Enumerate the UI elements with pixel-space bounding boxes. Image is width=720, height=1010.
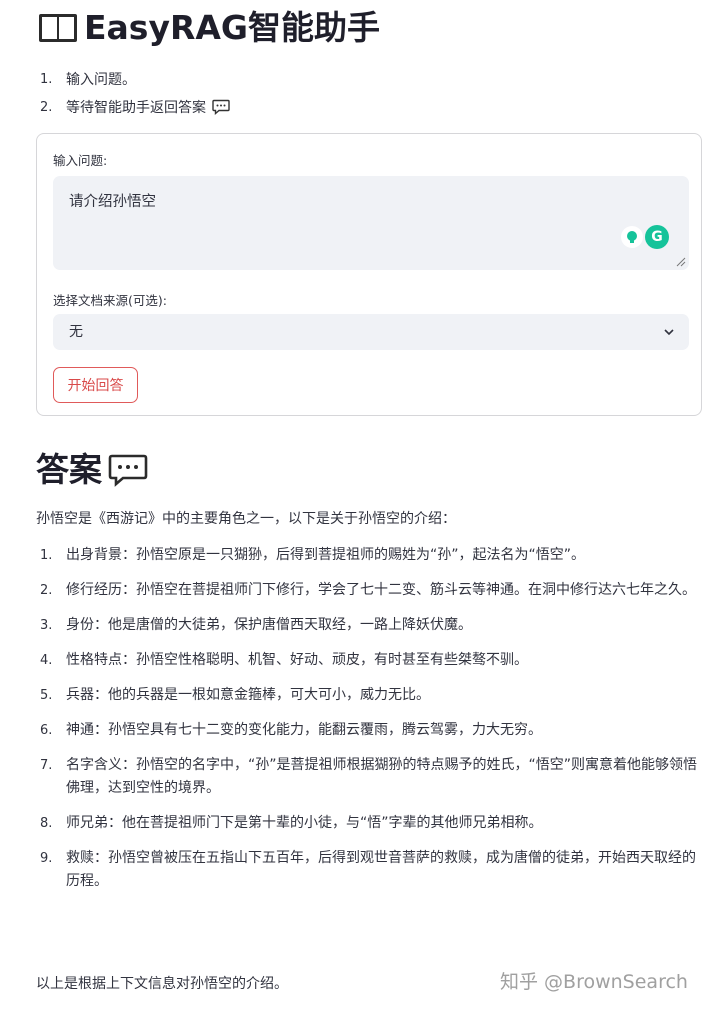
list-number: 1. [40,72,53,87]
list-number: 1. [40,548,53,563]
source-selected-value: 无 [69,324,83,340]
list-text: 师兄弟：他在菩提祖师门下是第十辈的小徒，与“悟”字辈的其他师兄弟相称。 [66,815,543,831]
answer-outro: 以上是根据上下文信息对孙悟空的介绍。 [36,976,288,992]
question-value: 请介绍孙悟空 [69,194,156,210]
start-answer-button[interactable]: 开始回答 [53,367,138,403]
question-textarea[interactable]: 请介绍孙悟空 G [53,176,689,270]
title-text: EasyRAG智能助手 [84,8,381,47]
answer-heading-text: 答案 [36,450,102,489]
list-text: 修行经历：孙悟空在菩提祖师门下修行，学会了七十二变、筋斗云等神通。在洞中修行达六… [66,582,696,598]
list-item: 6. 神通：孙悟空具有七十二变的变化能力，能翻云覆雨，腾云驾雾，力大无穷。 [40,719,706,742]
list-item: 7. 名字含义：孙悟空的名字中，“孙”是菩提祖师根据猢狲的特点赐予的姓氏，“悟空… [40,754,706,800]
source-select[interactable]: 无 [53,314,689,350]
list-number: 5. [40,688,53,703]
answer-list: 1. 出身背景：孙悟空原是一只猢狲，后得到菩提祖师的赐姓为“孙”，起法名为“悟空… [40,544,706,905]
list-text: 性格特点：孙悟空性格聪明、机智、好动、顽皮，有时甚至有些桀骜不驯。 [66,652,528,668]
list-text: 兵器：他的兵器是一根如意金箍棒，可大可小，威力无比。 [66,687,430,703]
list-text: 神通：孙悟空具有七十二变的变化能力，能翻云覆雨，腾云驾雾，力大无穷。 [66,722,542,738]
watermark: 知乎 @BrownSearch [500,971,688,993]
list-text: 出身背景：孙悟空原是一只猢狲，后得到菩提祖师的赐姓为“孙”，起法名为“悟空”。 [66,547,586,563]
list-text: 等待智能助手返回答案 [66,100,206,116]
speech-bubble-icon [108,454,148,487]
question-form: 输入问题: 请介绍孙悟空 G 选择文档来源(可选): 无 开始回答 [36,133,702,416]
list-item: 3. 身份：他是唐僧的大徒弟，保护唐僧西天取经，一路上降妖伏魔。 [40,614,706,637]
list-text: 身份：他是唐僧的大徒弟，保护唐僧西天取经，一路上降妖伏魔。 [66,617,472,633]
list-item: 2. 等待智能助手返回答案 [40,94,680,122]
list-text: 名字含义：孙悟空的名字中，“孙”是菩提祖师根据猢狲的特点赐予的姓氏，“悟空”则寓… [66,757,698,796]
list-item: 2. 修行经历：孙悟空在菩提祖师门下修行，学会了七十二变、筋斗云等神通。在洞中修… [40,579,706,602]
list-item: 5. 兵器：他的兵器是一根如意金箍棒，可大可小，威力无比。 [40,684,706,707]
speech-bubble-icon [212,99,231,115]
instruction-list: 1. 输入问题。 2. 等待智能助手返回答案 [40,66,680,122]
list-item: 8. 师兄弟：他在菩提祖师门下是第十辈的小徒，与“悟”字辈的其他师兄弟相称。 [40,812,706,835]
answer-heading: 答案 [36,448,148,492]
answer-intro: 孙悟空是《西游记》中的主要角色之一，以下是关于孙悟空的介绍： [36,511,456,527]
resize-handle-icon[interactable] [676,257,686,267]
list-number: 2. [40,100,53,115]
list-number: 2. [40,583,53,598]
grammarly-icon[interactable]: G [645,225,669,249]
list-number: 6. [40,723,53,738]
list-text: 输入问题。 [66,72,136,88]
list-number: 9. [40,851,53,866]
book-icon [39,14,77,42]
page-title: EasyRAG智能助手 [38,8,380,48]
question-label: 输入问题: [53,153,108,168]
list-item: 4. 性格特点：孙悟空性格聪明、机智、好动、顽皮，有时甚至有些桀骜不驯。 [40,649,706,672]
list-number: 7. [40,758,53,773]
list-item: 1. 出身背景：孙悟空原是一只猢狲，后得到菩提祖师的赐姓为“孙”，起法名为“悟空… [40,544,706,567]
source-label: 选择文档来源(可选): [53,293,167,308]
chevron-down-icon [664,329,674,336]
list-item: 1. 输入问题。 [40,66,680,94]
list-number: 4. [40,653,53,668]
list-number: 8. [40,816,53,831]
list-item: 9. 救赎：孙悟空曾被压在五指山下五百年，后得到观世音菩萨的救赎，成为唐僧的徒弟… [40,847,706,893]
list-text: 救赎：孙悟空曾被压在五指山下五百年，后得到观世音菩萨的救赎，成为唐僧的徒弟，开始… [66,850,696,889]
lightbulb-icon[interactable] [621,226,643,248]
list-number: 3. [40,618,53,633]
